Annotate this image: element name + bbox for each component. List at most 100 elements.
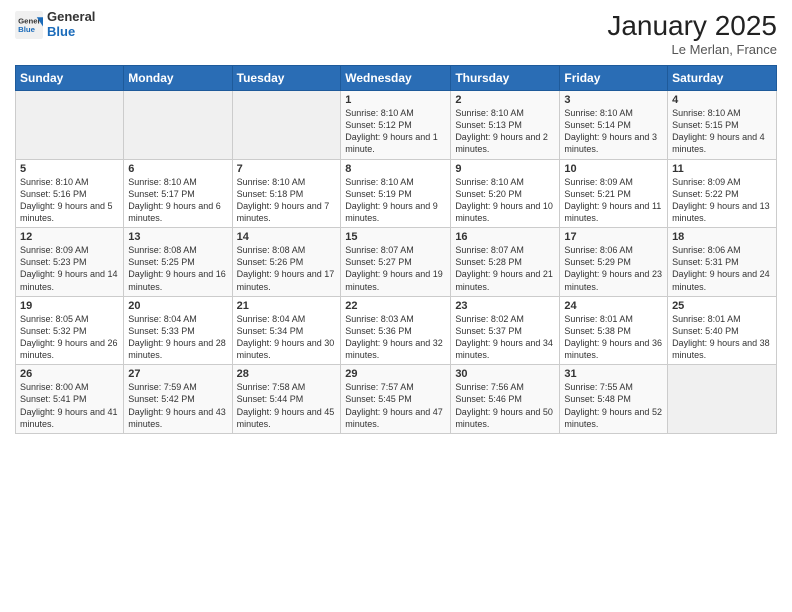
- cell-content: Sunrise: 8:09 AM Sunset: 5:23 PM Dayligh…: [20, 244, 119, 293]
- calendar-cell: 25Sunrise: 8:01 AM Sunset: 5:40 PM Dayli…: [668, 296, 777, 365]
- calendar-week-row: 1Sunrise: 8:10 AM Sunset: 5:12 PM Daylig…: [16, 91, 777, 160]
- calendar-header-sunday: Sunday: [16, 66, 124, 91]
- title-block: January 2025 Le Merlan, France: [607, 10, 777, 57]
- cell-content: Sunrise: 8:10 AM Sunset: 5:12 PM Dayligh…: [345, 107, 446, 156]
- calendar-cell: 9Sunrise: 8:10 AM Sunset: 5:20 PM Daylig…: [451, 159, 560, 228]
- day-number: 7: [237, 163, 337, 175]
- day-number: 2: [455, 94, 555, 106]
- calendar-cell: 24Sunrise: 8:01 AM Sunset: 5:38 PM Dayli…: [560, 296, 668, 365]
- cell-content: Sunrise: 8:10 AM Sunset: 5:19 PM Dayligh…: [345, 176, 446, 225]
- calendar-week-row: 19Sunrise: 8:05 AM Sunset: 5:32 PM Dayli…: [16, 296, 777, 365]
- calendar-cell: 17Sunrise: 8:06 AM Sunset: 5:29 PM Dayli…: [560, 228, 668, 297]
- logo-text-general: General: [47, 10, 95, 25]
- calendar-cell: 29Sunrise: 7:57 AM Sunset: 5:45 PM Dayli…: [341, 365, 451, 434]
- cell-content: Sunrise: 8:01 AM Sunset: 5:40 PM Dayligh…: [672, 313, 772, 362]
- day-number: 21: [237, 300, 337, 312]
- calendar-cell: [124, 91, 232, 160]
- day-number: 31: [564, 368, 663, 380]
- cell-content: Sunrise: 8:04 AM Sunset: 5:33 PM Dayligh…: [128, 313, 227, 362]
- day-number: 19: [20, 300, 119, 312]
- calendar-week-row: 26Sunrise: 8:00 AM Sunset: 5:41 PM Dayli…: [16, 365, 777, 434]
- calendar-cell: 15Sunrise: 8:07 AM Sunset: 5:27 PM Dayli…: [341, 228, 451, 297]
- calendar-cell: 18Sunrise: 8:06 AM Sunset: 5:31 PM Dayli…: [668, 228, 777, 297]
- day-number: 5: [20, 163, 119, 175]
- day-number: 9: [455, 163, 555, 175]
- calendar-cell: [668, 365, 777, 434]
- calendar-cell: 27Sunrise: 7:59 AM Sunset: 5:42 PM Dayli…: [124, 365, 232, 434]
- day-number: 30: [455, 368, 555, 380]
- calendar-header-wednesday: Wednesday: [341, 66, 451, 91]
- calendar-cell: 6Sunrise: 8:10 AM Sunset: 5:17 PM Daylig…: [124, 159, 232, 228]
- calendar-header-thursday: Thursday: [451, 66, 560, 91]
- calendar-cell: 3Sunrise: 8:10 AM Sunset: 5:14 PM Daylig…: [560, 91, 668, 160]
- cell-content: Sunrise: 8:07 AM Sunset: 5:27 PM Dayligh…: [345, 244, 446, 293]
- calendar-cell: 14Sunrise: 8:08 AM Sunset: 5:26 PM Dayli…: [232, 228, 341, 297]
- cell-content: Sunrise: 7:56 AM Sunset: 5:46 PM Dayligh…: [455, 381, 555, 430]
- day-number: 29: [345, 368, 446, 380]
- cell-content: Sunrise: 8:01 AM Sunset: 5:38 PM Dayligh…: [564, 313, 663, 362]
- day-number: 6: [128, 163, 227, 175]
- day-number: 26: [20, 368, 119, 380]
- calendar-week-row: 12Sunrise: 8:09 AM Sunset: 5:23 PM Dayli…: [16, 228, 777, 297]
- day-number: 24: [564, 300, 663, 312]
- cell-content: Sunrise: 8:08 AM Sunset: 5:26 PM Dayligh…: [237, 244, 337, 293]
- calendar-cell: 11Sunrise: 8:09 AM Sunset: 5:22 PM Dayli…: [668, 159, 777, 228]
- calendar-table: SundayMondayTuesdayWednesdayThursdayFrid…: [15, 65, 777, 434]
- calendar-header-monday: Monday: [124, 66, 232, 91]
- calendar-cell: 5Sunrise: 8:10 AM Sunset: 5:16 PM Daylig…: [16, 159, 124, 228]
- calendar-cell: 8Sunrise: 8:10 AM Sunset: 5:19 PM Daylig…: [341, 159, 451, 228]
- location: Le Merlan, France: [607, 42, 777, 57]
- calendar-cell: 21Sunrise: 8:04 AM Sunset: 5:34 PM Dayli…: [232, 296, 341, 365]
- calendar-cell: 13Sunrise: 8:08 AM Sunset: 5:25 PM Dayli…: [124, 228, 232, 297]
- page: General Blue General Blue January 2025 L…: [0, 0, 792, 612]
- calendar-cell: 10Sunrise: 8:09 AM Sunset: 5:21 PM Dayli…: [560, 159, 668, 228]
- calendar-cell: 31Sunrise: 7:55 AM Sunset: 5:48 PM Dayli…: [560, 365, 668, 434]
- day-number: 14: [237, 231, 337, 243]
- calendar-cell: 7Sunrise: 8:10 AM Sunset: 5:18 PM Daylig…: [232, 159, 341, 228]
- logo-text-blue: Blue: [47, 25, 95, 40]
- cell-content: Sunrise: 8:05 AM Sunset: 5:32 PM Dayligh…: [20, 313, 119, 362]
- calendar-cell: 26Sunrise: 8:00 AM Sunset: 5:41 PM Dayli…: [16, 365, 124, 434]
- cell-content: Sunrise: 7:57 AM Sunset: 5:45 PM Dayligh…: [345, 381, 446, 430]
- day-number: 16: [455, 231, 555, 243]
- cell-content: Sunrise: 8:03 AM Sunset: 5:36 PM Dayligh…: [345, 313, 446, 362]
- cell-content: Sunrise: 7:58 AM Sunset: 5:44 PM Dayligh…: [237, 381, 337, 430]
- calendar-header-friday: Friday: [560, 66, 668, 91]
- day-number: 1: [345, 94, 446, 106]
- cell-content: Sunrise: 8:06 AM Sunset: 5:31 PM Dayligh…: [672, 244, 772, 293]
- cell-content: Sunrise: 7:55 AM Sunset: 5:48 PM Dayligh…: [564, 381, 663, 430]
- day-number: 27: [128, 368, 227, 380]
- calendar-week-row: 5Sunrise: 8:10 AM Sunset: 5:16 PM Daylig…: [16, 159, 777, 228]
- calendar-header-tuesday: Tuesday: [232, 66, 341, 91]
- cell-content: Sunrise: 8:10 AM Sunset: 5:14 PM Dayligh…: [564, 107, 663, 156]
- cell-content: Sunrise: 8:10 AM Sunset: 5:18 PM Dayligh…: [237, 176, 337, 225]
- day-number: 12: [20, 231, 119, 243]
- calendar-cell: 30Sunrise: 7:56 AM Sunset: 5:46 PM Dayli…: [451, 365, 560, 434]
- day-number: 15: [345, 231, 446, 243]
- svg-text:Blue: Blue: [18, 25, 36, 34]
- cell-content: Sunrise: 8:10 AM Sunset: 5:20 PM Dayligh…: [455, 176, 555, 225]
- cell-content: Sunrise: 8:08 AM Sunset: 5:25 PM Dayligh…: [128, 244, 227, 293]
- calendar-cell: 16Sunrise: 8:07 AM Sunset: 5:28 PM Dayli…: [451, 228, 560, 297]
- calendar-cell: 1Sunrise: 8:10 AM Sunset: 5:12 PM Daylig…: [341, 91, 451, 160]
- day-number: 28: [237, 368, 337, 380]
- cell-content: Sunrise: 8:10 AM Sunset: 5:15 PM Dayligh…: [672, 107, 772, 156]
- cell-content: Sunrise: 8:10 AM Sunset: 5:16 PM Dayligh…: [20, 176, 119, 225]
- cell-content: Sunrise: 8:09 AM Sunset: 5:21 PM Dayligh…: [564, 176, 663, 225]
- calendar-cell: 22Sunrise: 8:03 AM Sunset: 5:36 PM Dayli…: [341, 296, 451, 365]
- calendar-cell: 12Sunrise: 8:09 AM Sunset: 5:23 PM Dayli…: [16, 228, 124, 297]
- day-number: 11: [672, 163, 772, 175]
- cell-content: Sunrise: 8:10 AM Sunset: 5:17 PM Dayligh…: [128, 176, 227, 225]
- calendar-cell: 23Sunrise: 8:02 AM Sunset: 5:37 PM Dayli…: [451, 296, 560, 365]
- calendar-header-row: SundayMondayTuesdayWednesdayThursdayFrid…: [16, 66, 777, 91]
- calendar-body: 1Sunrise: 8:10 AM Sunset: 5:12 PM Daylig…: [16, 91, 777, 434]
- calendar-cell: 20Sunrise: 8:04 AM Sunset: 5:33 PM Dayli…: [124, 296, 232, 365]
- day-number: 18: [672, 231, 772, 243]
- logo-icon: General Blue: [15, 11, 43, 39]
- cell-content: Sunrise: 8:04 AM Sunset: 5:34 PM Dayligh…: [237, 313, 337, 362]
- day-number: 20: [128, 300, 227, 312]
- day-number: 17: [564, 231, 663, 243]
- calendar-cell: [232, 91, 341, 160]
- day-number: 4: [672, 94, 772, 106]
- day-number: 25: [672, 300, 772, 312]
